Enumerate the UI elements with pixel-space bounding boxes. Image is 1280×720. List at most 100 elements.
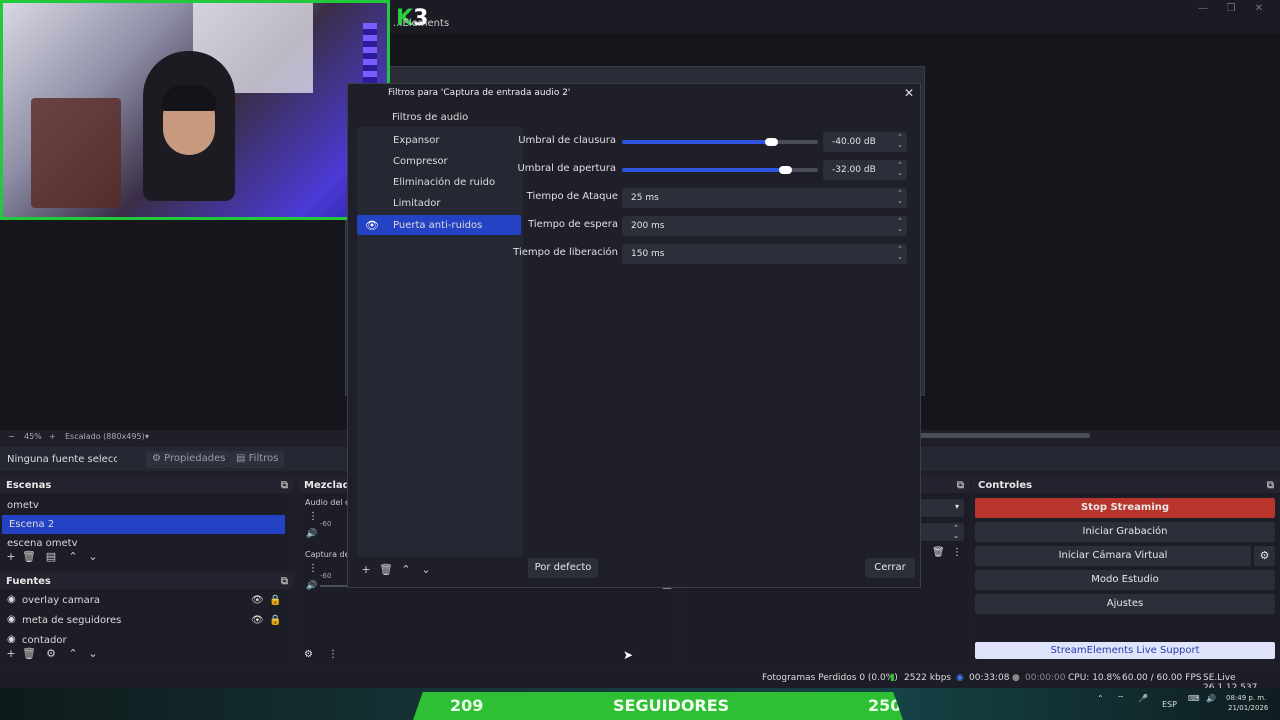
filters-label: Filtros [248, 453, 279, 464]
hold-time-input[interactable]: 200 ms ⌃ ⌄ [622, 216, 907, 236]
eye-icon[interactable]: 👁 [365, 219, 379, 232]
release-time-input[interactable]: 150 ms ⌃ ⌄ [622, 244, 907, 264]
more-options-icon[interactable]: ⋮ [328, 649, 338, 660]
lock-icon[interactable]: 🔒 [269, 595, 281, 607]
visibility-eye-icon[interactable]: 👁 [251, 595, 264, 607]
filters-button[interactable]: ▤ Filtros [230, 451, 285, 468]
horizontal-scrollbar[interactable] [920, 433, 1090, 438]
trash-icon[interactable]: 🗑 [379, 563, 393, 577]
language-indicator[interactable]: ESP [1162, 700, 1177, 709]
sources-header: Fuentes ⧉ [0, 573, 294, 589]
lock-icon[interactable]: 🔒 [269, 615, 281, 627]
sources-dock: Fuentes ⧉ ◉ overlay camara 👁 🔒 ◉ meta de … [0, 573, 294, 665]
chevron-down-icon[interactable]: ▾ [145, 432, 149, 441]
add-icon[interactable]: + [4, 550, 18, 564]
prop-label: Tiempo de liberación [513, 247, 618, 258]
filter-icon[interactable]: ▤ [44, 550, 58, 564]
transition-select[interactable]: ▾ [920, 499, 964, 517]
slider-knob[interactable] [764, 138, 778, 146]
close-icon[interactable]: ✕ [904, 86, 914, 100]
follower-current: 209 [450, 696, 484, 715]
up-icon[interactable]: ⌃ [66, 647, 80, 661]
filters-dialog: Filtros para 'Captura de entrada audio 2… [347, 83, 921, 588]
close-window-button[interactable]: ✕ [1252, 3, 1266, 15]
close-button[interactable]: Cerrar [865, 558, 915, 578]
clock-date[interactable]: 21/01/2026 [1228, 704, 1268, 712]
source-label: overlay camara [22, 595, 101, 606]
spin-arrows[interactable]: ⌃ ⌄ [897, 161, 903, 177]
more-options-icon[interactable]: ⋮ [308, 511, 318, 522]
dialog-title: Filtros para 'Captura de entrada audio 2… [388, 88, 571, 98]
filter-item[interactable]: Eliminación de ruido [357, 172, 523, 192]
mixer-level-label: -60 [320, 572, 332, 580]
add-icon[interactable]: + [359, 563, 373, 577]
spin-arrows[interactable]: ⌃ ⌄ [897, 189, 903, 205]
webcam-hair [161, 85, 217, 111]
trash-icon[interactable]: 🗑 [22, 647, 36, 661]
duration-spinbox[interactable]: ⌃ ⌄ [920, 523, 964, 541]
more-options-icon[interactable]: ⋮ [308, 563, 318, 574]
add-icon[interactable]: + [4, 647, 18, 661]
network-icon[interactable]: ⌨ [1188, 694, 1200, 703]
zoom-out-button[interactable]: − [8, 432, 15, 441]
down-icon[interactable]: ⌄ [86, 647, 100, 661]
dock-menu-icon[interactable]: ⧉ [281, 576, 288, 587]
spin-arrows[interactable]: ⌃ ⌄ [897, 217, 903, 233]
visibility-eye-icon[interactable]: 👁 [251, 615, 264, 627]
minimize-button[interactable]: — [1196, 3, 1210, 15]
dock-menu-icon[interactable]: ⧉ [281, 480, 288, 491]
chevron-up-icon[interactable]: ⌃ [1097, 694, 1104, 703]
controls-header: Controles ⧉ [972, 477, 1280, 493]
dock-menu-icon[interactable]: ⧉ [1267, 480, 1274, 491]
start-recording-button[interactable]: Iniciar Grabación [975, 522, 1275, 542]
mic-icon[interactable]: 🎤 [1138, 694, 1148, 703]
wifi-icon[interactable]: ⌔ [1117, 694, 1125, 704]
source-item[interactable]: ◉ overlay camara 👁 🔒 [0, 591, 290, 610]
studio-mode-button[interactable]: Modo Estudio [975, 570, 1275, 590]
mixer-level-label: -60 [320, 520, 332, 528]
more-options-icon[interactable]: ⋮ [952, 547, 962, 558]
mixer-gear-icon[interactable]: ⚙ [304, 649, 313, 660]
prop-label: Umbral de apertura [517, 163, 616, 174]
scene-item[interactable]: ometv [0, 496, 290, 515]
zoom-in-button[interactable]: + [49, 432, 56, 441]
stream-time: 00:33:08 [969, 673, 1010, 683]
dock-menu-icon[interactable]: ⧉ [957, 480, 964, 491]
default-button[interactable]: Por defecto [528, 558, 598, 578]
up-icon[interactable]: ⌃ [66, 550, 80, 564]
stop-streaming-button[interactable]: Stop Streaming [975, 498, 1275, 518]
properties-label: Propiedades [164, 453, 226, 464]
sources-toolbar: + 🗑 ⚙ ⌃ ⌄ [0, 647, 294, 665]
follower-label: SEGUIDORES [613, 696, 730, 715]
close-threshold-input[interactable]: -40.00 dB ⌃ ⌄ [823, 132, 907, 152]
clock-time[interactable]: 08:49 p. m. [1226, 694, 1266, 702]
spin-arrows[interactable]: ⌃ ⌄ [897, 133, 903, 149]
settings-button[interactable]: Ajustes [975, 594, 1275, 614]
zoom-level: 45% [24, 432, 42, 441]
down-icon[interactable]: ⌄ [419, 563, 433, 577]
scene-item[interactable]: escena ometv [0, 534, 290, 548]
record-time: 00:00:00 [1025, 673, 1066, 683]
slider-knob[interactable] [778, 166, 792, 174]
maximize-button[interactable]: ❐ [1224, 3, 1238, 15]
source-item[interactable]: ◉ contador [0, 631, 290, 643]
gear-icon[interactable]: ⚙ [44, 647, 58, 661]
spin-arrows[interactable]: ⌃ ⌄ [897, 245, 903, 261]
down-icon[interactable]: ⌄ [86, 550, 100, 564]
webcam-feed [0, 0, 390, 220]
volume-icon[interactable]: 🔊 [1206, 694, 1216, 703]
virtual-camera-gear-icon[interactable]: ⚙ [1254, 546, 1275, 566]
trash-icon[interactable]: 🗑 [22, 550, 36, 564]
source-item[interactable]: ◉ meta de seguidores 👁 🔒 [0, 611, 290, 630]
up-icon[interactable]: ⌃ [399, 563, 413, 577]
scenes-header: Escenas ⧉ [0, 477, 294, 493]
scene-item-selected[interactable]: Escena 2 [2, 515, 285, 534]
speaker-icon[interactable]: 🔊 [306, 581, 317, 591]
attack-time-input[interactable]: 25 ms ⌃ ⌄ [622, 188, 907, 208]
streamelements-support-button[interactable]: StreamElements Live Support [975, 642, 1275, 659]
properties-button[interactable]: ⚙ Propiedades [146, 451, 232, 468]
speaker-icon[interactable]: 🔊 [306, 529, 317, 539]
start-virtual-camera-button[interactable]: Iniciar Cámara Virtual [975, 546, 1251, 566]
open-threshold-input[interactable]: -32.00 dB ⌃ ⌄ [823, 160, 907, 180]
trash-icon[interactable]: 🗑 [932, 547, 945, 558]
